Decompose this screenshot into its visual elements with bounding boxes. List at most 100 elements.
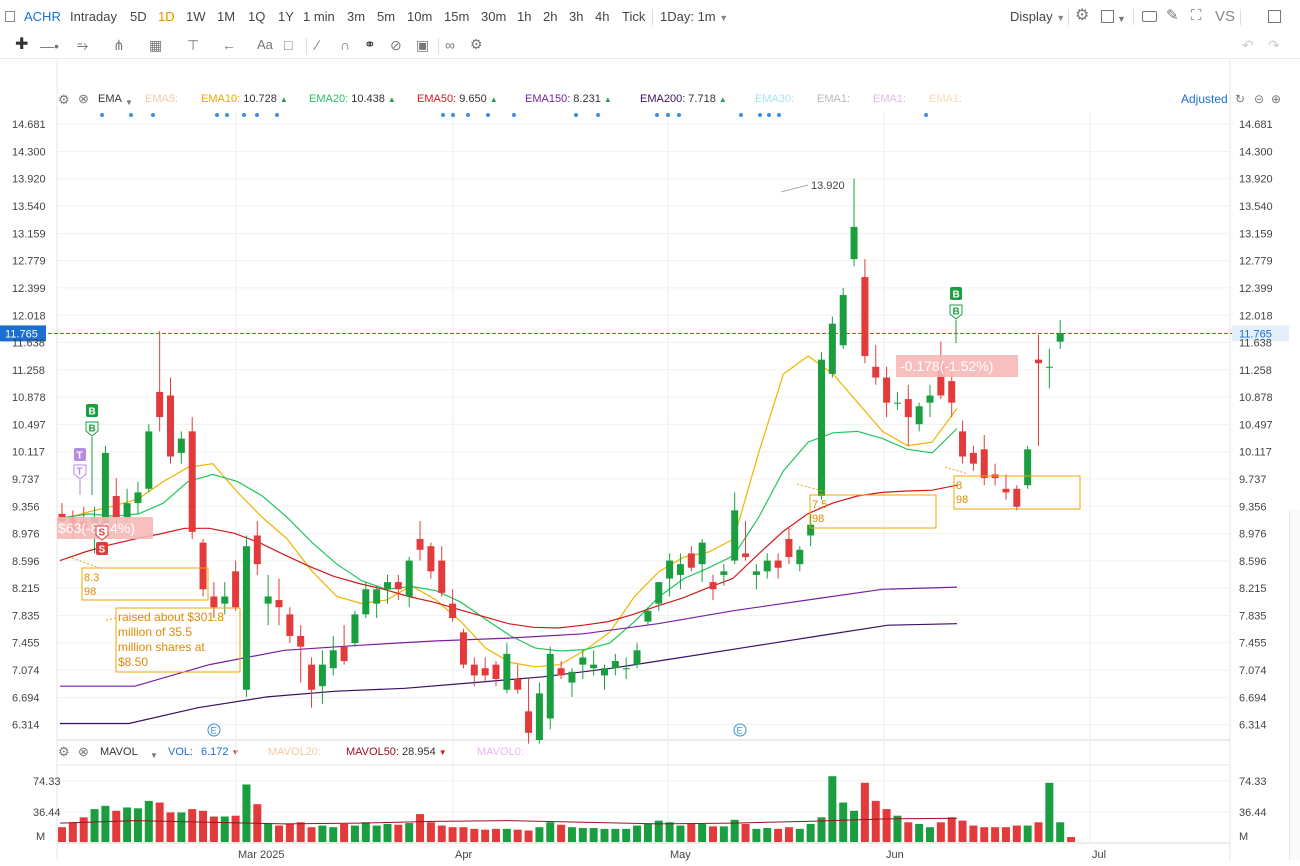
panel-toggle-icon[interactable] (5, 11, 15, 22)
tab-3h[interactable]: 3h (569, 9, 583, 24)
link-icon[interactable]: ∞ (445, 38, 455, 52)
volume-bar (915, 823, 924, 842)
price-tick-label-left: 8.596 (12, 556, 40, 568)
candle-body (926, 395, 934, 403)
tab-1-min[interactable]: 1 min (303, 9, 335, 24)
tab-intraday[interactable]: Intraday (70, 9, 117, 24)
ema-indicator-name[interactable]: EMA (98, 93, 122, 105)
tab-tick[interactable]: Tick (622, 9, 645, 24)
candle-body (156, 391, 164, 418)
camera-icon[interactable] (1142, 11, 1157, 22)
minus-icon[interactable]: ⊝ (1254, 92, 1264, 106)
tab-1m[interactable]: 1M (217, 9, 235, 24)
chevron-down-icon[interactable]: ▼ (1117, 12, 1126, 26)
tab-1y[interactable]: 1Y (278, 9, 294, 24)
tab-1d[interactable]: 1D (158, 9, 175, 24)
mavol-legend-item[interactable]: MAVOL0: (477, 746, 524, 758)
tab-1q[interactable]: 1Q (248, 9, 265, 24)
crosshair-icon[interactable]: ✚ (15, 37, 28, 53)
ema-legend-item[interactable]: EMA50: 9.650 ▲ (417, 93, 498, 105)
candle (459, 628, 467, 669)
candle (839, 287, 847, 349)
eye-off-icon[interactable]: ⊘ (390, 38, 402, 52)
candle (405, 556, 413, 608)
mavol-legend-item[interactable]: MAVOL50: 28.954 ▼ (346, 746, 447, 758)
tab-5m[interactable]: 5m (377, 9, 395, 24)
ema-legend-item[interactable]: EMA1: (817, 93, 850, 105)
side-panel-strip[interactable] (1289, 510, 1300, 860)
note-tool-icon[interactable]: □ (284, 38, 292, 52)
ruler-icon[interactable]: ∕ (316, 38, 318, 52)
ema-legend-item[interactable]: EMA150: 8.231 ▲ (525, 93, 612, 105)
tab-15m[interactable]: 15m (444, 9, 469, 24)
candle (449, 589, 457, 622)
gear-icon[interactable]: ⚙ (58, 745, 70, 759)
measure-tool-icon[interactable]: ▦ (149, 38, 162, 52)
tab-10m[interactable]: 10m (407, 9, 432, 24)
close-icon[interactable]: ⊗ (78, 92, 89, 106)
ema-legend-item[interactable]: EMA10: 10.728 ▲ (201, 93, 288, 105)
text-tool-icon[interactable]: Aa (257, 38, 273, 52)
line-tool-icon[interactable]: —• (40, 39, 59, 53)
adjusted-button[interactable]: Adjusted (1181, 92, 1229, 106)
pattern-tool-icon[interactable]: ⥱ (77, 38, 88, 52)
candle (308, 657, 316, 708)
arrow-tool-icon[interactable]: ← (222, 38, 236, 52)
reset-icon[interactable]: ↻ (1235, 92, 1245, 106)
tab-2h[interactable]: 2h (543, 9, 557, 24)
volume-bar (871, 800, 880, 842)
ema-legend-item[interactable]: EMA30: (755, 93, 794, 105)
volume-bar (253, 804, 262, 842)
plus-icon[interactable]: ⊕ (1271, 92, 1281, 106)
candle (785, 528, 793, 565)
gear-icon[interactable]: ⚙ (58, 93, 70, 107)
symbol-label[interactable]: ACHR (24, 9, 61, 24)
interval-select[interactable]: 1Day: 1m ▼ (660, 9, 728, 24)
ema-legend-item[interactable]: EMA1: (929, 93, 962, 105)
fork-tool-icon[interactable]: ⋔ (113, 38, 125, 52)
settings-icon[interactable]: ⚙ (470, 37, 483, 51)
volume-bar (926, 827, 934, 842)
buy-marker-outline-label: B (953, 307, 960, 318)
pencil-icon[interactable]: ✎ (1166, 8, 1179, 23)
fib-tool-icon[interactable]: ⊤ (187, 38, 199, 52)
event-dot (666, 113, 670, 117)
mavol-legend-item[interactable]: MAVOL20: (268, 746, 321, 758)
candle (438, 546, 446, 597)
magnet-icon[interactable]: ∩ (340, 38, 350, 52)
vs-button[interactable]: VS (1215, 8, 1235, 25)
lock-icon[interactable]: ⚭ (364, 37, 376, 51)
tab-30m[interactable]: 30m (481, 9, 506, 24)
chevron-down-icon[interactable]: ▼ (150, 749, 158, 763)
price-chart[interactable]: 11.765 11.765 14.681 14.681 14.300 14.300 13.… (0, 0, 1300, 866)
event-dot (151, 113, 155, 117)
gear-icon[interactable]: ⚙ (1075, 8, 1089, 24)
display-button[interactable]: Display ▼ (1010, 9, 1065, 24)
window-icon[interactable] (1268, 10, 1281, 23)
ema-legend-item[interactable]: EMA1: (873, 93, 906, 105)
tab-1w[interactable]: 1W (186, 9, 206, 24)
ema-legend-item[interactable]: EMA200: 7.718 ▲ (640, 93, 727, 105)
candle (373, 585, 381, 618)
tab-5d[interactable]: 5D (130, 9, 147, 24)
ema-legend-item[interactable]: EMA5: (145, 93, 178, 105)
mavol-indicator-name[interactable]: MAVOL (100, 746, 138, 758)
candle-body (1045, 366, 1053, 368)
candle (655, 582, 663, 611)
chevron-down-icon[interactable]: ▼ (125, 96, 133, 110)
volume-bar (958, 820, 967, 842)
event-dot (739, 113, 743, 117)
volume-bar (806, 823, 815, 842)
square-icon[interactable] (1101, 10, 1114, 23)
fullscreen-icon[interactable]: ⛶ (1191, 8, 1202, 23)
price-tick-label-left: 7.455 (12, 638, 40, 650)
tab-3m[interactable]: 3m (347, 9, 365, 24)
undo-icon[interactable]: ↶ (1242, 38, 1254, 52)
redo-icon[interactable]: ↷ (1268, 38, 1280, 52)
candle (926, 384, 934, 418)
ema-legend-item[interactable]: EMA20: 10.438 ▲ (309, 93, 396, 105)
tab-4h[interactable]: 4h (595, 9, 609, 24)
tab-1h[interactable]: 1h (517, 9, 531, 24)
close-icon[interactable]: ⊗ (78, 745, 89, 759)
trash-icon[interactable]: ▣ (416, 38, 429, 52)
